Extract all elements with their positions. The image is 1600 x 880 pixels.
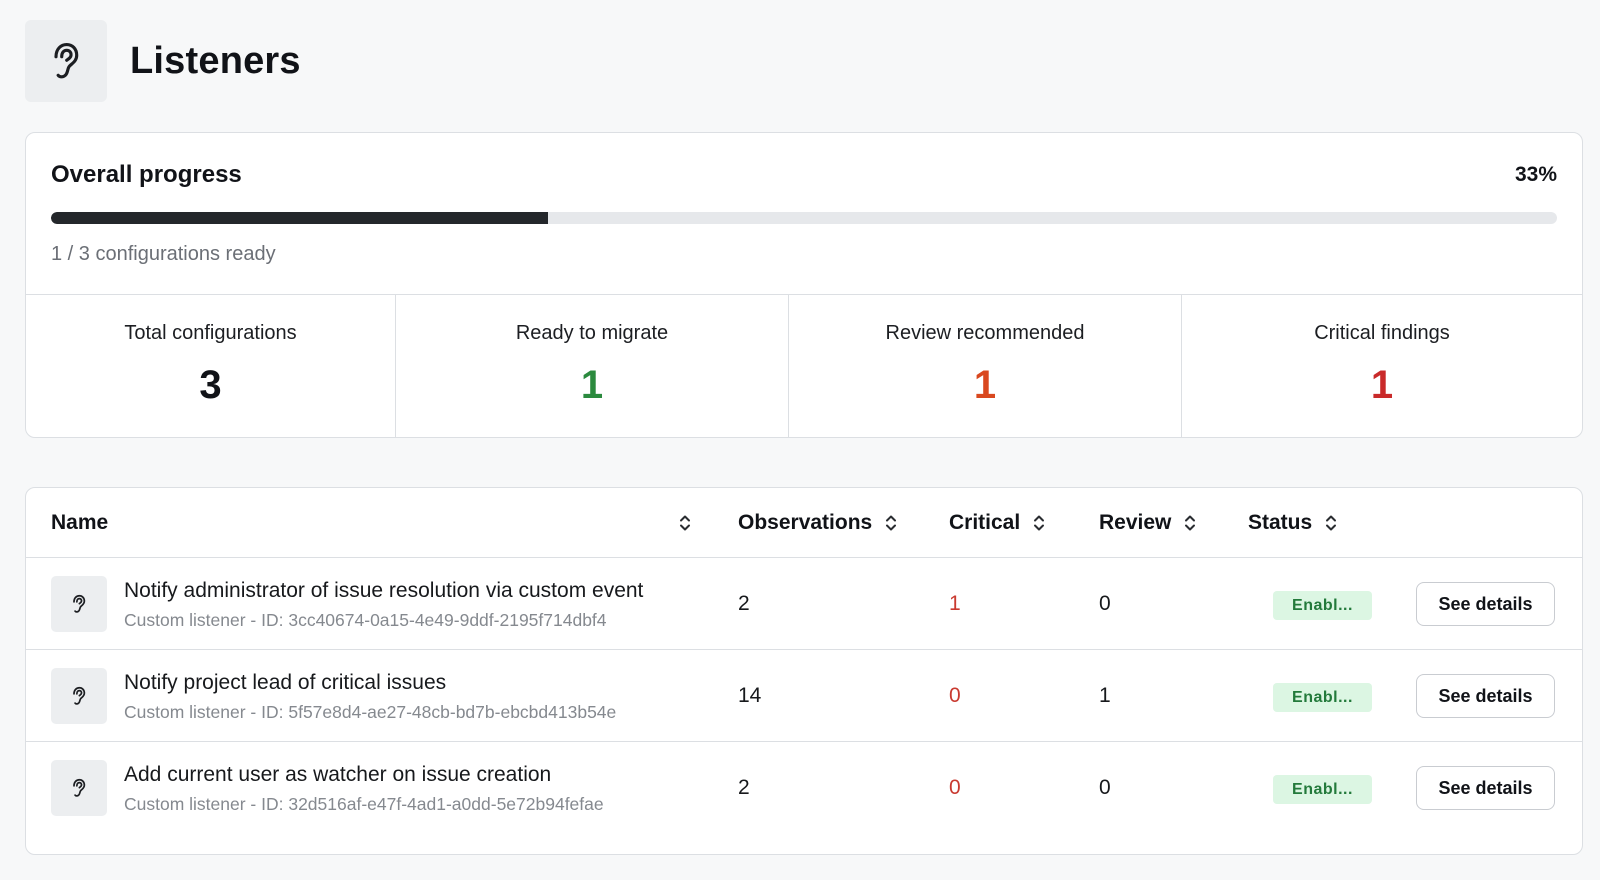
stat-value: 1	[1370, 363, 1394, 407]
critical-count: 1	[949, 592, 961, 615]
progress-bar-fill	[51, 212, 548, 224]
column-header-observations[interactable]: Observations	[738, 488, 897, 558]
ear-icon	[51, 576, 107, 632]
sort-icon[interactable]	[1325, 514, 1337, 532]
progress-caption: 1 / 3 configurations ready	[51, 243, 276, 265]
stat-label: Total configurations	[124, 322, 297, 344]
observations-count: 2	[738, 592, 750, 615]
column-header-review[interactable]: Review	[1099, 488, 1196, 558]
stat-value: 3	[199, 363, 222, 407]
listener-id: Custom listener - ID: 3cc40674-0a15-4e49…	[124, 610, 607, 630]
review-count: 0	[1099, 776, 1111, 799]
progress-section: Overall progress 33% 1 / 3 configuration…	[26, 133, 1582, 295]
listener-name: Notify administrator of issue resolution…	[124, 579, 644, 602]
listener-name: Add current user as watcher on issue cre…	[124, 763, 552, 786]
stat-value: 1	[580, 363, 604, 407]
status-badge: Enabl...	[1273, 775, 1372, 804]
column-label: Critical	[949, 511, 1021, 534]
critical-count: 0	[949, 776, 961, 799]
column-header-critical[interactable]: Critical	[949, 488, 1045, 558]
status-badge: Enabl...	[1273, 591, 1372, 620]
review-count: 0	[1099, 592, 1111, 615]
sort-icon[interactable]	[885, 514, 897, 532]
stat-label: Review recommended	[885, 322, 1085, 344]
see-details-button[interactable]: See details	[1416, 766, 1555, 810]
sort-icon[interactable]	[1184, 514, 1196, 532]
see-details-button[interactable]: See details	[1416, 674, 1555, 718]
column-header-status[interactable]: Status	[1248, 488, 1337, 558]
listener-name: Notify project lead of critical issues	[124, 671, 447, 694]
observations-count: 2	[738, 776, 750, 799]
progress-percent: 33%	[1514, 163, 1557, 186]
column-label: Review	[1099, 511, 1172, 534]
see-details-button[interactable]: See details	[1416, 582, 1555, 626]
column-label: Observations	[738, 511, 873, 534]
column-label: Name	[51, 511, 109, 534]
listener-id: Custom listener - ID: 32d516af-e47f-4ad1…	[124, 794, 604, 814]
listeners-table: Name Observations Critical Review Status…	[25, 487, 1583, 855]
progress-card: Overall progress 33% 1 / 3 configuration…	[25, 132, 1583, 438]
stats-row: Total configurations 3 Ready to migrate …	[26, 295, 1582, 437]
stat-value: 1	[973, 363, 997, 407]
progress-bar	[51, 212, 1557, 224]
table-row: Add current user as watcher on issue cre…	[26, 742, 1582, 834]
observations-count: 14	[738, 684, 762, 707]
status-badge: Enabl...	[1273, 683, 1372, 712]
listener-id: Custom listener - ID: 5f57e8d4-ae27-48cb…	[124, 702, 617, 722]
ear-icon	[25, 20, 107, 102]
ear-icon	[51, 668, 107, 724]
column-header-name[interactable]: Name	[51, 488, 691, 558]
column-label: Status	[1248, 511, 1313, 534]
table-row: Notify project lead of critical issues C…	[26, 650, 1582, 742]
page-header: Listeners	[25, 20, 301, 102]
table-header: Name Observations Critical Review Status	[26, 488, 1582, 558]
table-row: Notify administrator of issue resolution…	[26, 558, 1582, 650]
sort-icon[interactable]	[1033, 514, 1045, 532]
ear-icon	[51, 760, 107, 816]
stat-ready-to-migrate: Ready to migrate 1	[396, 295, 789, 437]
sort-icon[interactable]	[679, 514, 691, 532]
review-count: 1	[1099, 684, 1111, 707]
stat-total-configurations: Total configurations 3	[26, 295, 396, 437]
stat-label: Ready to migrate	[515, 322, 669, 344]
progress-title: Overall progress	[51, 161, 242, 188]
page-title: Listeners	[130, 39, 301, 82]
stat-critical-findings: Critical findings 1	[1182, 295, 1582, 437]
stat-label: Critical findings	[1314, 322, 1450, 344]
critical-count: 0	[949, 684, 961, 707]
stat-review-recommended: Review recommended 1	[789, 295, 1182, 437]
